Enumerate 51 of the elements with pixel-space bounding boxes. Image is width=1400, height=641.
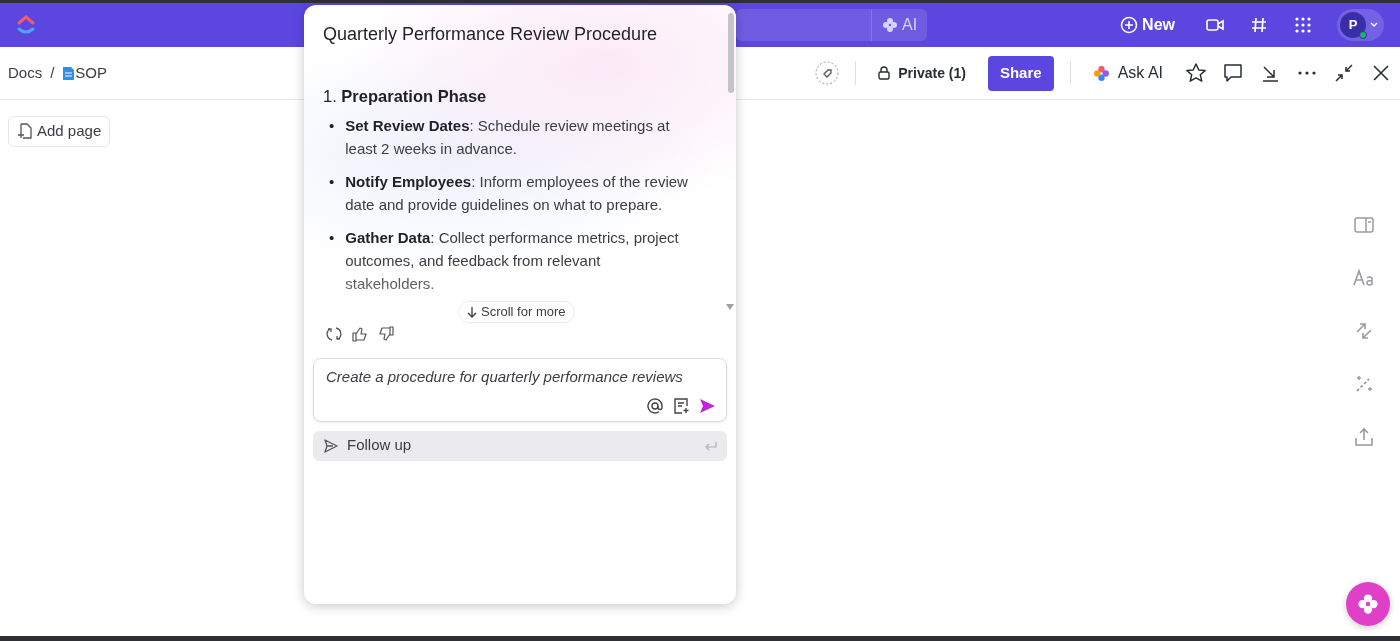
list-item-text: Notify Employees: Inform employees of the review date and provide guidelines on what to prepare. [345,172,689,216]
send-icon[interactable] [698,396,716,415]
regenerate-icon[interactable] [326,325,342,342]
avatar: P [1340,12,1366,38]
upload-icon[interactable] [1353,426,1375,448]
flower-icon [1092,64,1110,82]
note-add-icon[interactable] [672,396,690,415]
search-field[interactable] [736,9,871,41]
breadcrumb-separator: / [50,62,55,83]
thumbs-down-icon[interactable] [378,325,394,342]
section-heading: 1. Preparation Phase [323,85,488,107]
user-menu[interactable]: P [1337,9,1384,41]
caret-icon [1370,22,1378,28]
bullet: • [329,116,335,137]
tag-icon[interactable] [815,61,840,85]
mention-icon[interactable] [646,396,664,415]
response-title: Quarterly Performance Review Procedure [323,24,659,46]
document-icon [62,65,76,81]
follow-up-button[interactable]: Follow up [313,430,727,461]
breadcrumb-link[interactable]: Docs [8,61,43,85]
prompt-field[interactable]: Create a procedure for quarterly performance reviews [313,357,727,422]
flower-icon [1357,593,1379,615]
apps-grid-icon[interactable] [1293,15,1313,35]
arrow-down-icon [467,305,477,318]
breadcrumb-link[interactable]: SOP [62,61,108,85]
ask-ai-button[interactable]: Ask AI [1086,60,1169,86]
privacy-button[interactable]: Private (1) [872,61,972,85]
bullet: • [329,228,335,249]
comment-icon[interactable] [1222,62,1244,84]
new-button[interactable]: New [1114,12,1181,38]
prompt-input[interactable]: Create a procedure for quarterly performance reviews [324,364,716,390]
send-outline-icon [323,437,339,454]
flower-icon [882,17,898,33]
font-icon[interactable] [1353,267,1375,289]
share-button[interactable]: Share [987,55,1054,91]
list-item-text: Gather Data: Collect performance metrics, project outcomes, and feedback from relevant stakeholders. [345,228,680,295]
add-page-button[interactable]: Add page [8,116,111,147]
collapse-icon[interactable] [1333,62,1355,84]
plus-circle-icon [1120,16,1139,34]
list-item-text: Set Review Dates: Schedule review meetings at least 2 weeks in advance. [345,116,671,160]
bullet: • [329,172,335,193]
scroll-for-more-button[interactable]: Scroll for more [458,301,575,323]
enter-key-icon [705,440,717,451]
add-page-icon [17,123,33,140]
star-icon[interactable] [1185,62,1207,84]
lock-icon [878,66,891,80]
scroll-down-icon[interactable] [726,304,734,310]
ai-assistant-button[interactable] [1346,582,1390,626]
hashtag-icon[interactable] [1249,15,1269,35]
scrollbar[interactable] [728,13,734,93]
thumbs-up-icon[interactable] [352,325,368,342]
